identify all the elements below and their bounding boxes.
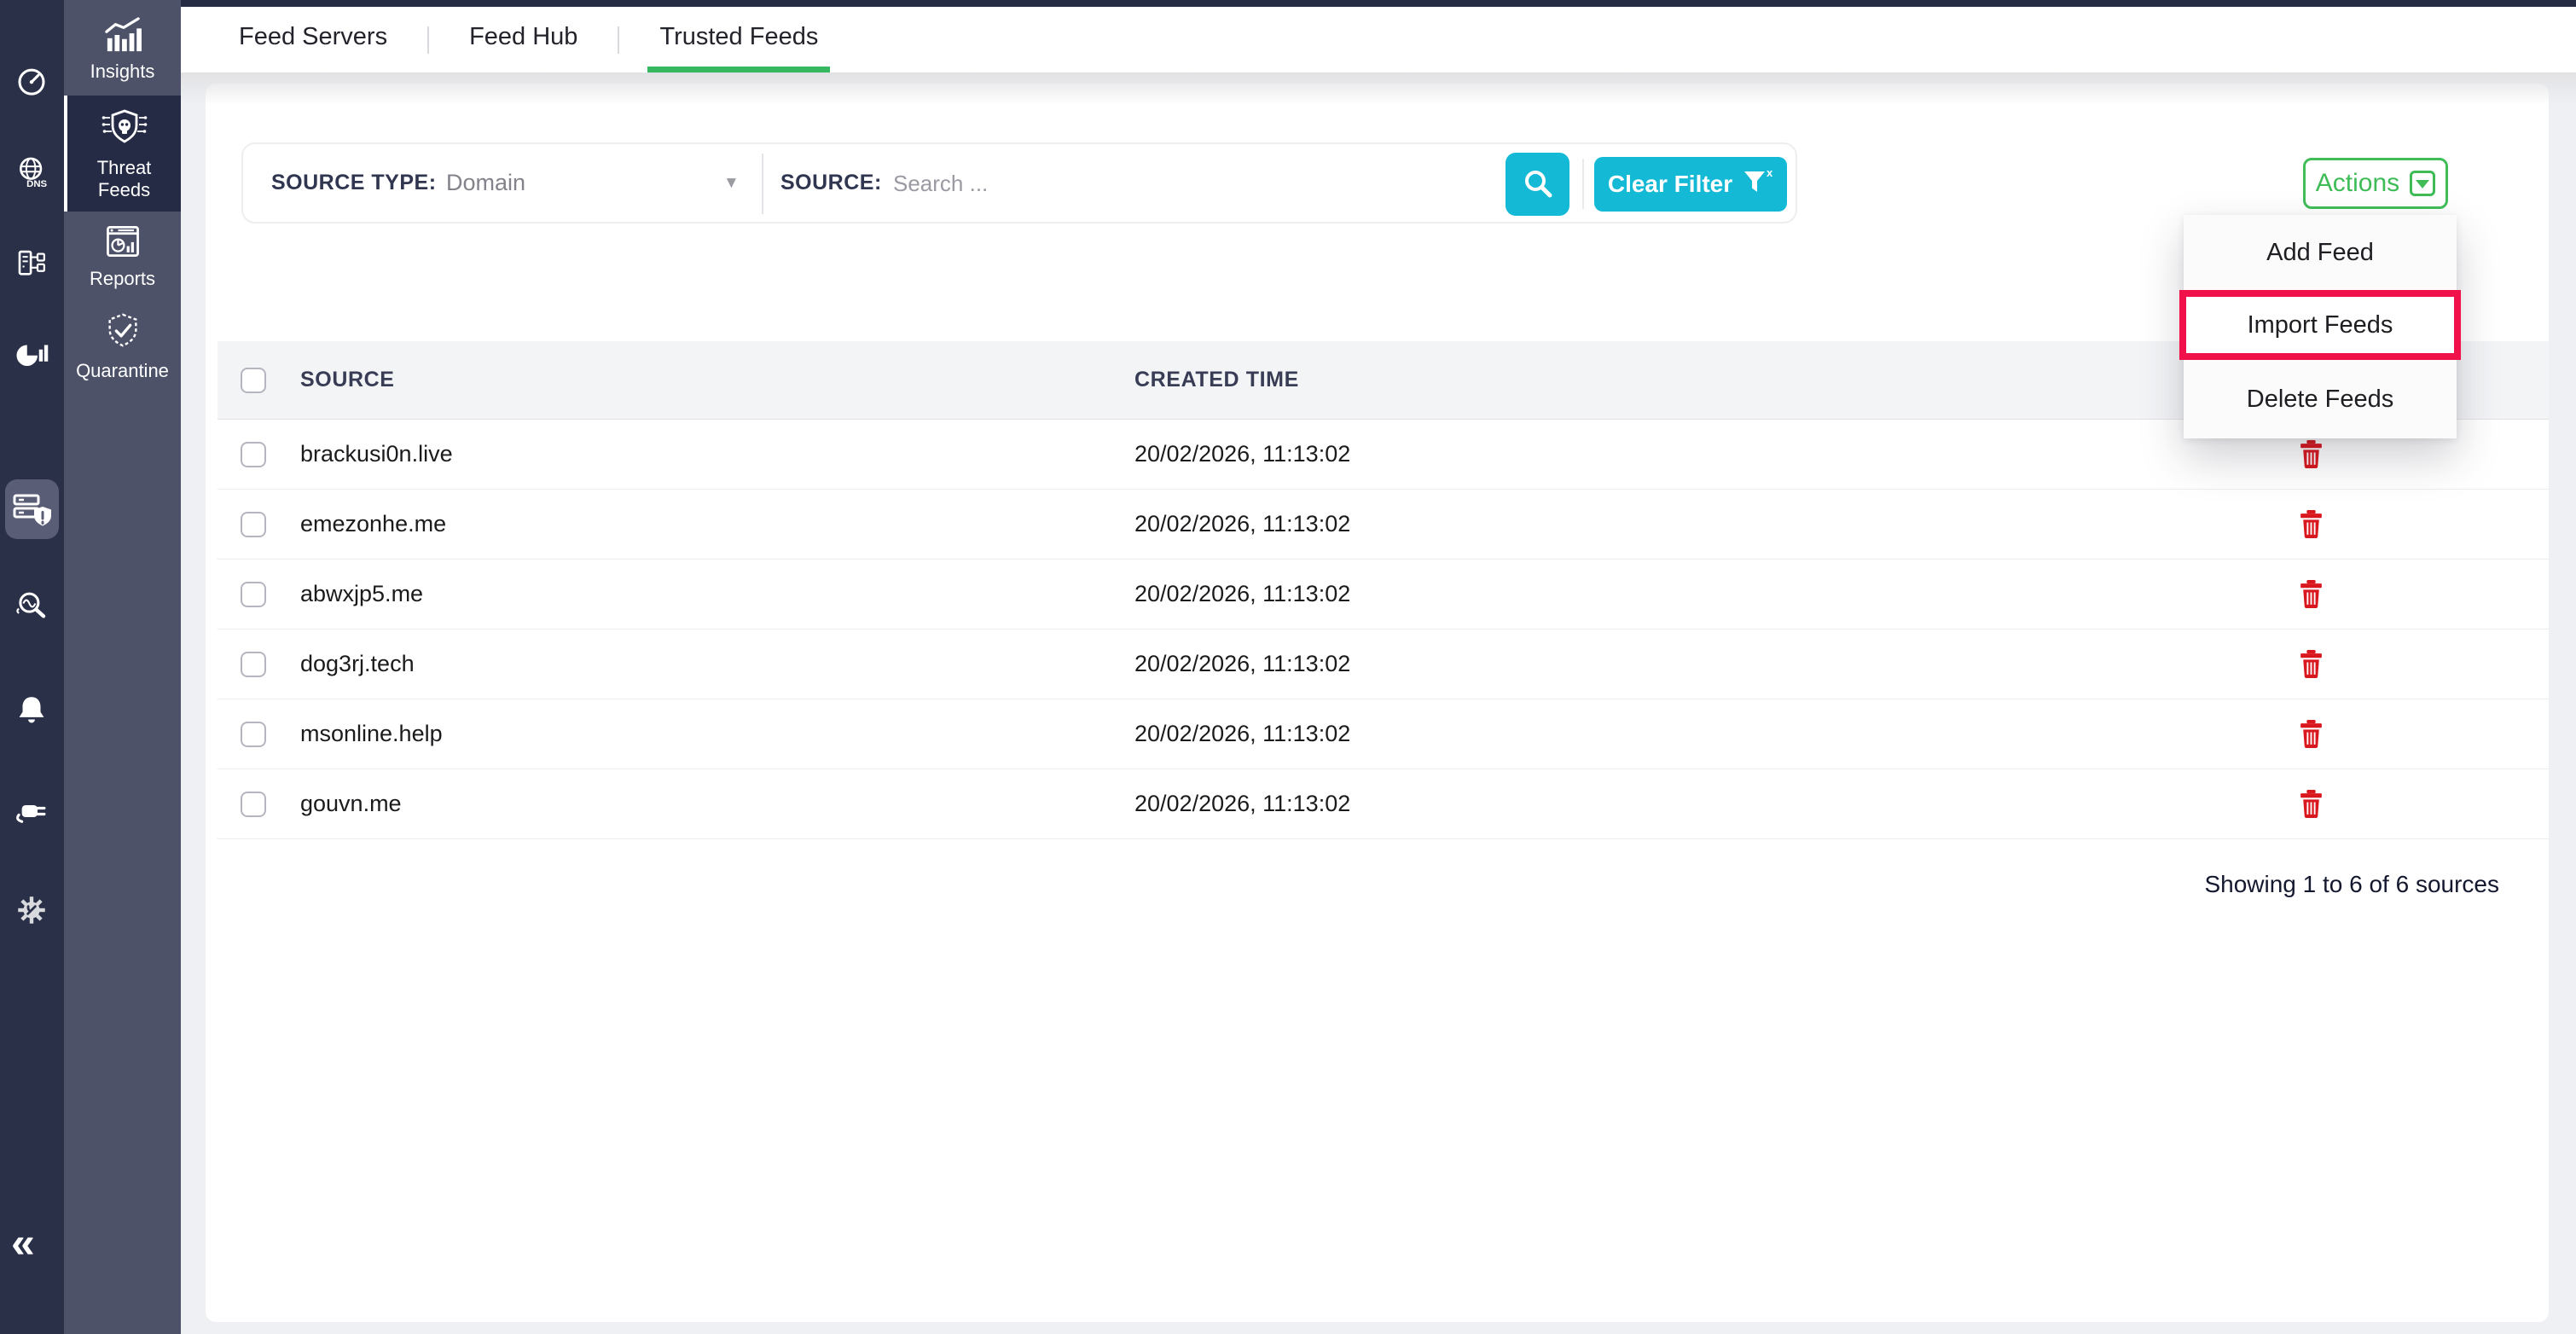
created-time-cell: 20/02/2026, 11:13:02 xyxy=(1134,581,2073,607)
dashboard-gauge-icon[interactable] xyxy=(14,65,49,101)
tab-trusted-feeds[interactable]: Trusted Feeds xyxy=(647,7,830,72)
analytics-pie-icon[interactable] xyxy=(14,336,49,372)
search-button[interactable] xyxy=(1506,153,1569,216)
delete-icon[interactable] xyxy=(2300,580,2323,608)
feed-server-shield-icon[interactable] xyxy=(5,479,59,539)
sidebar-item-label: Quarantine xyxy=(76,360,169,382)
created-time-cell: 20/02/2026, 11:13:02 xyxy=(1134,721,2073,747)
created-time-cell: 20/02/2026, 11:13:02 xyxy=(1134,511,2073,537)
clear-filter-label: Clear Filter xyxy=(1608,171,1732,198)
import-feeds-highlight-box: Import Feeds xyxy=(2179,290,2461,360)
sidebar-item-label: Threat Feeds xyxy=(82,157,167,201)
table-row: emezonhe.me 20/02/2026, 11:13:02 xyxy=(218,490,2549,560)
filter-divider xyxy=(1582,159,1584,209)
clear-filter-button[interactable]: Clear Filter x xyxy=(1594,157,1787,212)
dropdown-caret-icon xyxy=(2410,171,2435,196)
topology-icon[interactable] xyxy=(14,246,49,281)
tab-separator xyxy=(427,26,429,54)
source-cell: emezonhe.me xyxy=(300,511,1134,537)
settings-gear-icon[interactable] xyxy=(14,892,49,928)
source-cell: dog3rj.tech xyxy=(300,651,1134,677)
sidebar-item-label: Reports xyxy=(90,268,155,290)
threat-shield-skull-icon xyxy=(101,107,148,149)
source-type-label: SOURCE TYPE: xyxy=(271,144,437,222)
filter-x-icon: x xyxy=(1743,168,1773,201)
tab-feed-hub[interactable]: Feed Hub xyxy=(457,7,589,72)
source-cell: abwxjp5.me xyxy=(300,581,1134,607)
sidebar-item-quarantine[interactable]: Quarantine xyxy=(64,300,181,392)
delete-icon[interactable] xyxy=(2300,790,2323,818)
row-checkbox[interactable] xyxy=(241,582,266,607)
menu-item-import-feeds[interactable]: Import Feeds xyxy=(2186,297,2454,353)
sidebar-item-threat-feeds[interactable]: Threat Feeds xyxy=(64,96,181,212)
quarantine-shield-check-icon xyxy=(102,311,144,352)
tab-bar: Feed Servers Feed Hub Trusted Feeds xyxy=(181,7,2576,72)
created-time-cell: 20/02/2026, 11:13:02 xyxy=(1134,791,2073,817)
delete-icon[interactable] xyxy=(2300,510,2323,538)
select-all-checkbox[interactable] xyxy=(241,368,266,393)
source-search-input[interactable] xyxy=(893,161,1456,206)
notifications-bell-icon[interactable] xyxy=(14,693,49,728)
source-cell: gouvn.me xyxy=(300,791,1134,817)
row-checkbox[interactable] xyxy=(241,792,266,817)
top-border xyxy=(181,0,2576,7)
sidebar-item-label: Insights xyxy=(90,61,155,83)
menu-item-delete-feeds[interactable]: Delete Feeds xyxy=(2184,360,2457,438)
insights-chart-icon xyxy=(102,17,144,53)
svg-text:x: x xyxy=(1767,168,1773,179)
svg-text:DNS: DNS xyxy=(26,179,47,189)
table-row: dog3rj.tech 20/02/2026, 11:13:02 xyxy=(218,629,2549,699)
delete-icon[interactable] xyxy=(2300,440,2323,468)
actions-button[interactable]: Actions xyxy=(2303,158,2448,209)
row-checkbox[interactable] xyxy=(241,442,266,467)
delete-icon[interactable] xyxy=(2300,650,2323,678)
delete-icon[interactable] xyxy=(2300,720,2323,748)
table-row: gouvn.me 20/02/2026, 11:13:02 xyxy=(218,769,2549,839)
filter-divider xyxy=(762,154,763,214)
sidebar-item-insights[interactable]: Insights xyxy=(64,7,181,92)
threat-hunting-icon[interactable] xyxy=(14,589,49,624)
source-label: SOURCE: xyxy=(780,144,882,222)
table-row: abwxjp5.me 20/02/2026, 11:13:02 xyxy=(218,560,2549,629)
column-header-created-time: CREATED TIME xyxy=(1134,368,2073,392)
row-checkbox[interactable] xyxy=(241,652,266,677)
tab-feed-servers[interactable]: Feed Servers xyxy=(227,7,399,72)
results-summary: Showing 1 to 6 of 6 sources xyxy=(1877,871,2499,898)
chevron-down-icon[interactable]: ▼ xyxy=(723,144,740,222)
tab-separator xyxy=(618,26,619,54)
reports-icon xyxy=(102,223,143,260)
actions-dropdown-menu: Add Feed Import Feeds Delete Feeds xyxy=(2184,215,2457,438)
sidebar-collapse-button[interactable]: « xyxy=(11,1218,32,1267)
row-checkbox[interactable] xyxy=(241,722,266,747)
sidebar-item-reports[interactable]: Reports xyxy=(64,215,181,297)
actions-label: Actions xyxy=(2316,169,2399,198)
menu-item-add-feed[interactable]: Add Feed xyxy=(2184,215,2457,290)
column-header-source: SOURCE xyxy=(300,368,1134,392)
source-type-select[interactable]: Domain xyxy=(446,144,525,222)
filter-bar: SOURCE TYPE: Domain ▼ SOURCE: Clear Filt… xyxy=(241,142,1797,223)
tabbar-shadow xyxy=(181,72,2576,105)
sidebar-nav: Insights Threat Feeds Reports Quarantine xyxy=(64,0,181,1334)
search-icon xyxy=(1521,166,1555,203)
created-time-cell: 20/02/2026, 11:13:02 xyxy=(1134,651,2073,677)
icon-rail: DNS « xyxy=(0,0,64,1334)
source-cell: brackusi0n.live xyxy=(300,441,1134,467)
source-cell: msonline.help xyxy=(300,721,1134,747)
integrations-plug-icon[interactable] xyxy=(14,793,49,829)
row-checkbox[interactable] xyxy=(241,512,266,537)
dns-globe-icon[interactable]: DNS xyxy=(14,155,49,191)
table-row: msonline.help 20/02/2026, 11:13:02 xyxy=(218,699,2549,769)
created-time-cell: 20/02/2026, 11:13:02 xyxy=(1134,441,2073,467)
